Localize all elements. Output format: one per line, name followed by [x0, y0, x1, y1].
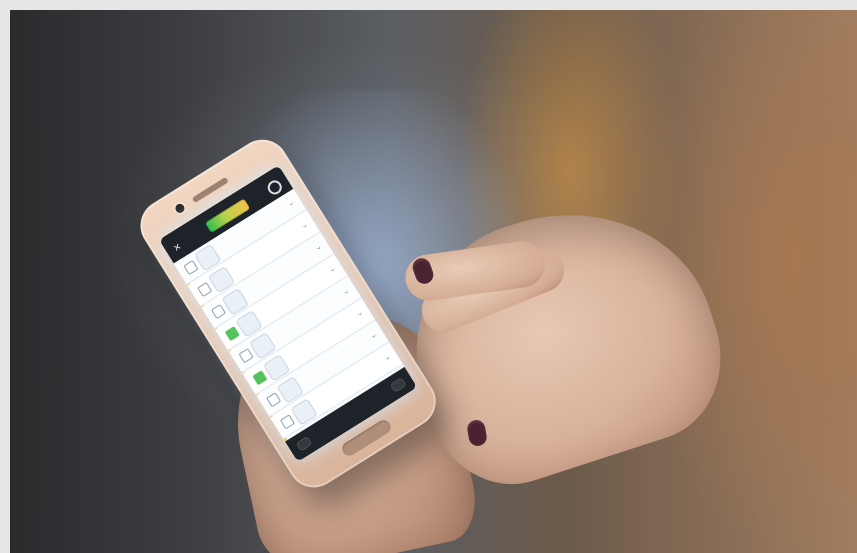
checkbox[interactable]	[279, 414, 295, 430]
checkbox[interactable]	[224, 326, 240, 342]
chevron-down-icon[interactable]: ⌄	[284, 196, 296, 209]
checkbox[interactable]	[197, 281, 213, 298]
image-frame: × ⌄ ⌄ ⌄ ⌄ ⌄ ⌄ ⌄ ⌄	[0, 0, 857, 553]
checkbox[interactable]	[266, 392, 282, 408]
chevron-down-icon[interactable]: ⌄	[340, 284, 352, 297]
chevron-down-icon[interactable]: ⌄	[312, 240, 324, 253]
checkbox[interactable]	[210, 304, 227, 320]
checkbox[interactable]	[252, 370, 268, 386]
close-icon[interactable]: ×	[170, 239, 183, 255]
gear-icon[interactable]	[265, 177, 285, 198]
item-thumbnail	[290, 398, 318, 426]
chevron-down-icon[interactable]: ⌄	[298, 218, 310, 231]
checkbox[interactable]	[238, 348, 254, 364]
bottom-left-button[interactable]	[295, 435, 313, 452]
bottom-right-button[interactable]	[389, 377, 407, 393]
phone-body: × ⌄ ⌄ ⌄ ⌄ ⌄ ⌄ ⌄ ⌄	[130, 129, 446, 498]
checkbox[interactable]	[183, 259, 199, 276]
chevron-down-icon[interactable]: ⌄	[381, 351, 393, 364]
chevron-down-icon[interactable]: ⌄	[367, 329, 379, 342]
photo: × ⌄ ⌄ ⌄ ⌄ ⌄ ⌄ ⌄ ⌄	[10, 10, 857, 553]
phone-camera	[173, 202, 187, 215]
chevron-down-icon[interactable]: ⌄	[326, 262, 338, 275]
chevron-down-icon[interactable]: ⌄	[353, 306, 365, 319]
